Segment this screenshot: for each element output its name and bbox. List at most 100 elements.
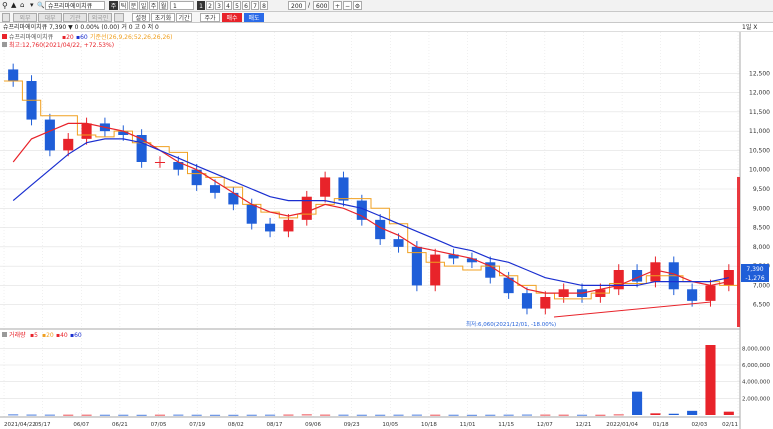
candle-body xyxy=(320,177,331,197)
volume-bar xyxy=(228,414,239,416)
stock-chart[interactable]: 12,500 12,000 11,500 11,000 10,500 10,000 9,50… xyxy=(0,32,773,429)
volume-legend-ma5: ▪5 xyxy=(30,332,38,339)
search-icon[interactable]: ⚲ xyxy=(2,1,8,10)
volume-bar xyxy=(265,414,276,416)
number-tab-4[interactable]: 4 xyxy=(224,1,232,10)
volume-bar xyxy=(63,414,74,416)
candle-body xyxy=(540,297,551,309)
time-tick-label: 12/21 xyxy=(576,422,592,428)
number-tab-8[interactable]: 8 xyxy=(260,1,268,10)
time-tick-label: 10/05 xyxy=(382,422,398,428)
dropdown-icon[interactable]: ▾ xyxy=(30,1,34,9)
zoom-in-icon[interactable]: + xyxy=(333,1,342,10)
candle-body xyxy=(209,185,221,193)
time-tick-label: 10/18 xyxy=(421,422,437,428)
home-icon[interactable]: ⌂ xyxy=(20,1,24,9)
legend-swatch-price xyxy=(2,34,7,39)
volume-bar xyxy=(209,414,221,416)
tab-external[interactable]: 외부 xyxy=(13,13,37,22)
volume-bar xyxy=(576,414,588,416)
number-tab-3[interactable]: 3 xyxy=(215,1,223,10)
sub-toolbar: 외부 대부 기관 외국인 설정 초기화 기간 주가 매수 매도 xyxy=(0,12,773,23)
volume-bar xyxy=(558,414,569,416)
legend-price: 슈프리마에이치큐 xyxy=(9,33,54,41)
buy-button[interactable]: 매수 xyxy=(222,13,242,22)
period-tab-month[interactable]: 월 xyxy=(159,1,168,10)
candle-body xyxy=(265,223,276,232)
stock-info-bar: 슈프리마에이치큐 7,390 ▼ 0 0.00% (0.00) 거 0 고 0 … xyxy=(0,23,773,32)
candle-body xyxy=(81,123,92,139)
time-tick-label: 07/05 xyxy=(151,422,167,428)
volume-bar xyxy=(283,414,294,416)
arrow-up-icon[interactable]: ▲ xyxy=(11,1,16,9)
tab-institution[interactable]: 기관 xyxy=(63,13,87,22)
volume-bar xyxy=(705,345,716,415)
period-tab-tick[interactable]: 틱 xyxy=(119,1,128,10)
checkbox-icon[interactable] xyxy=(114,13,124,22)
gear-icon[interactable]: ⚙ xyxy=(353,1,362,10)
reset-button[interactable]: 초기화 xyxy=(151,13,175,22)
tab-foreign[interactable]: 외국인 xyxy=(88,13,112,22)
total-count: 600 xyxy=(313,1,329,10)
volume-bar xyxy=(632,391,643,415)
period-tab-week[interactable]: 주 xyxy=(149,1,158,10)
cycle-input[interactable]: 1 xyxy=(170,1,194,10)
search-icon[interactable]: 🔍 xyxy=(37,2,44,9)
number-tab-7[interactable]: 7 xyxy=(251,1,259,10)
price-tick-label: 9,000 xyxy=(753,205,770,212)
candle-body xyxy=(521,293,533,309)
stock-price-summary: 슈프리마에이치큐 7,390 ▼ 0 0.00% (0.00) 거 0 고 0 … xyxy=(3,24,159,31)
candle-body xyxy=(44,119,55,151)
number-tab-6[interactable]: 6 xyxy=(242,1,250,10)
volume-bar xyxy=(154,414,166,416)
time-tick-label: 12/07 xyxy=(537,422,553,428)
volume-bar xyxy=(521,414,533,416)
tab-loan[interactable]: 대부 xyxy=(38,13,62,22)
volume-bar xyxy=(595,414,606,416)
time-tick-label: 11/15 xyxy=(498,422,514,428)
checkbox-icon[interactable] xyxy=(2,13,10,22)
volume-bar xyxy=(191,414,202,416)
time-tick-label: 2022/01/04 xyxy=(606,422,638,428)
volume-tick-label: 6,000,000 xyxy=(742,363,770,369)
candle-body xyxy=(154,162,166,163)
count-input[interactable]: 200 xyxy=(288,1,306,10)
sell-button[interactable]: 매도 xyxy=(244,13,264,22)
period-tab-day[interactable]: 일 xyxy=(139,1,148,10)
volume-legend-title: 거래량 xyxy=(9,331,26,339)
legend-ma60: ▪60 xyxy=(76,34,88,41)
main-toolbar: ⚲ ▲ ⌂ ▾ 🔍 슈프리마에이치큐 주 틱 분 일 주 월 1 1 2 3 4… xyxy=(0,0,773,12)
candle-body xyxy=(705,285,716,301)
volume-bar xyxy=(540,414,551,416)
time-tick-label: 09/06 xyxy=(305,422,321,428)
period-close-button[interactable]: 1일 X xyxy=(742,23,757,32)
price-mode-button[interactable]: 주가 xyxy=(200,13,220,22)
candle-body xyxy=(63,138,74,151)
volume-bar xyxy=(118,414,129,416)
volume-bar xyxy=(650,413,661,415)
candle-body xyxy=(338,177,349,201)
period-tab-minute[interactable]: 분 xyxy=(129,1,138,10)
period-tab-0[interactable]: 주 xyxy=(109,1,118,10)
candle-body xyxy=(393,239,404,247)
volume-bar xyxy=(393,414,404,416)
zoom-out-icon[interactable]: − xyxy=(343,1,352,10)
separator: / xyxy=(308,2,311,9)
time-tick-label: 08/02 xyxy=(228,422,244,428)
current-range-bar xyxy=(737,177,740,327)
number-tab-1[interactable]: 1 xyxy=(197,1,205,10)
period-button[interactable]: 기간 xyxy=(176,13,192,22)
legend-swatch-volume xyxy=(2,332,7,337)
time-tick-label: 09/23 xyxy=(344,422,360,428)
current-price-label: 7,390 xyxy=(746,266,763,273)
settings-button[interactable]: 설정 xyxy=(132,13,150,22)
volume-bar xyxy=(723,411,734,415)
stock-search-input[interactable]: 슈프리마에이치큐 xyxy=(45,1,105,10)
number-tab-5[interactable]: 5 xyxy=(233,1,241,10)
volume-tick-label: 2,000,000 xyxy=(742,396,770,402)
number-tab-2[interactable]: 2 xyxy=(206,1,214,10)
volume-bar xyxy=(687,410,698,415)
volume-bar xyxy=(448,414,459,416)
volume-bar xyxy=(411,414,422,416)
volume-bar xyxy=(246,414,257,416)
